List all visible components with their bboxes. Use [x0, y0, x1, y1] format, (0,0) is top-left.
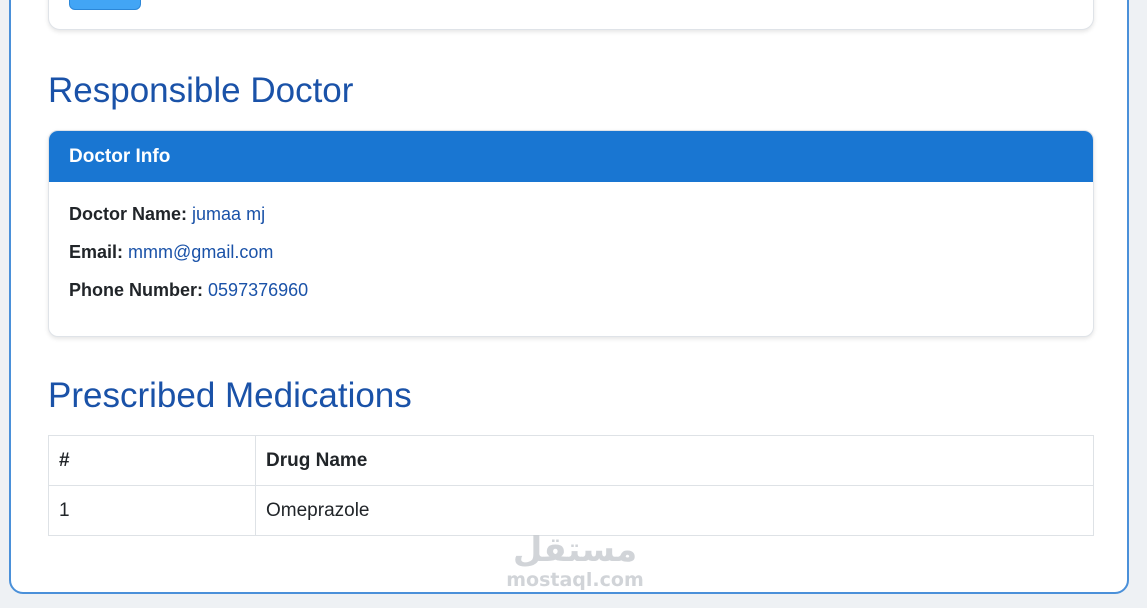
doctor-phone-label: Phone Number: — [69, 280, 204, 300]
doctor-name-label: Doctor Name: — [69, 204, 188, 224]
doctor-info-card: Doctor Info Doctor Name: jumaa mj Email:… — [48, 130, 1094, 337]
doctor-phone-row: Phone Number: 0597376960 — [69, 279, 1073, 301]
doctor-name-value: jumaa mj — [192, 204, 266, 224]
previous-card — [48, 0, 1094, 30]
doctor-email-label: Email: — [69, 242, 124, 262]
drug-name-cell: Omeprazole — [255, 485, 1094, 536]
medications-table: # Drug Name 1 Omeprazole — [48, 435, 1094, 536]
column-header-index: # — [48, 435, 256, 486]
doctor-email-value: mmm@gmail.com — [128, 242, 274, 262]
doctor-name-row: Doctor Name: jumaa mj — [69, 203, 1073, 225]
responsible-doctor-title: Responsible Doctor — [48, 71, 354, 110]
prescribed-medications-title: Prescribed Medications — [48, 376, 412, 415]
doctor-info-header: Doctor Info — [49, 131, 1093, 182]
previous-card-button[interactable] — [69, 0, 141, 10]
doctor-email-row: Email: mmm@gmail.com — [69, 241, 1073, 263]
column-header-drug-name: Drug Name — [255, 435, 1094, 486]
doctor-info-body: Doctor Name: jumaa mj Email: mmm@gmail.c… — [49, 182, 1093, 301]
row-index-cell: 1 — [48, 485, 256, 536]
table-row: 1 Omeprazole — [48, 485, 1094, 536]
doctor-phone-value: 0597376960 — [208, 280, 309, 300]
table-header-row: # Drug Name — [48, 435, 1094, 486]
